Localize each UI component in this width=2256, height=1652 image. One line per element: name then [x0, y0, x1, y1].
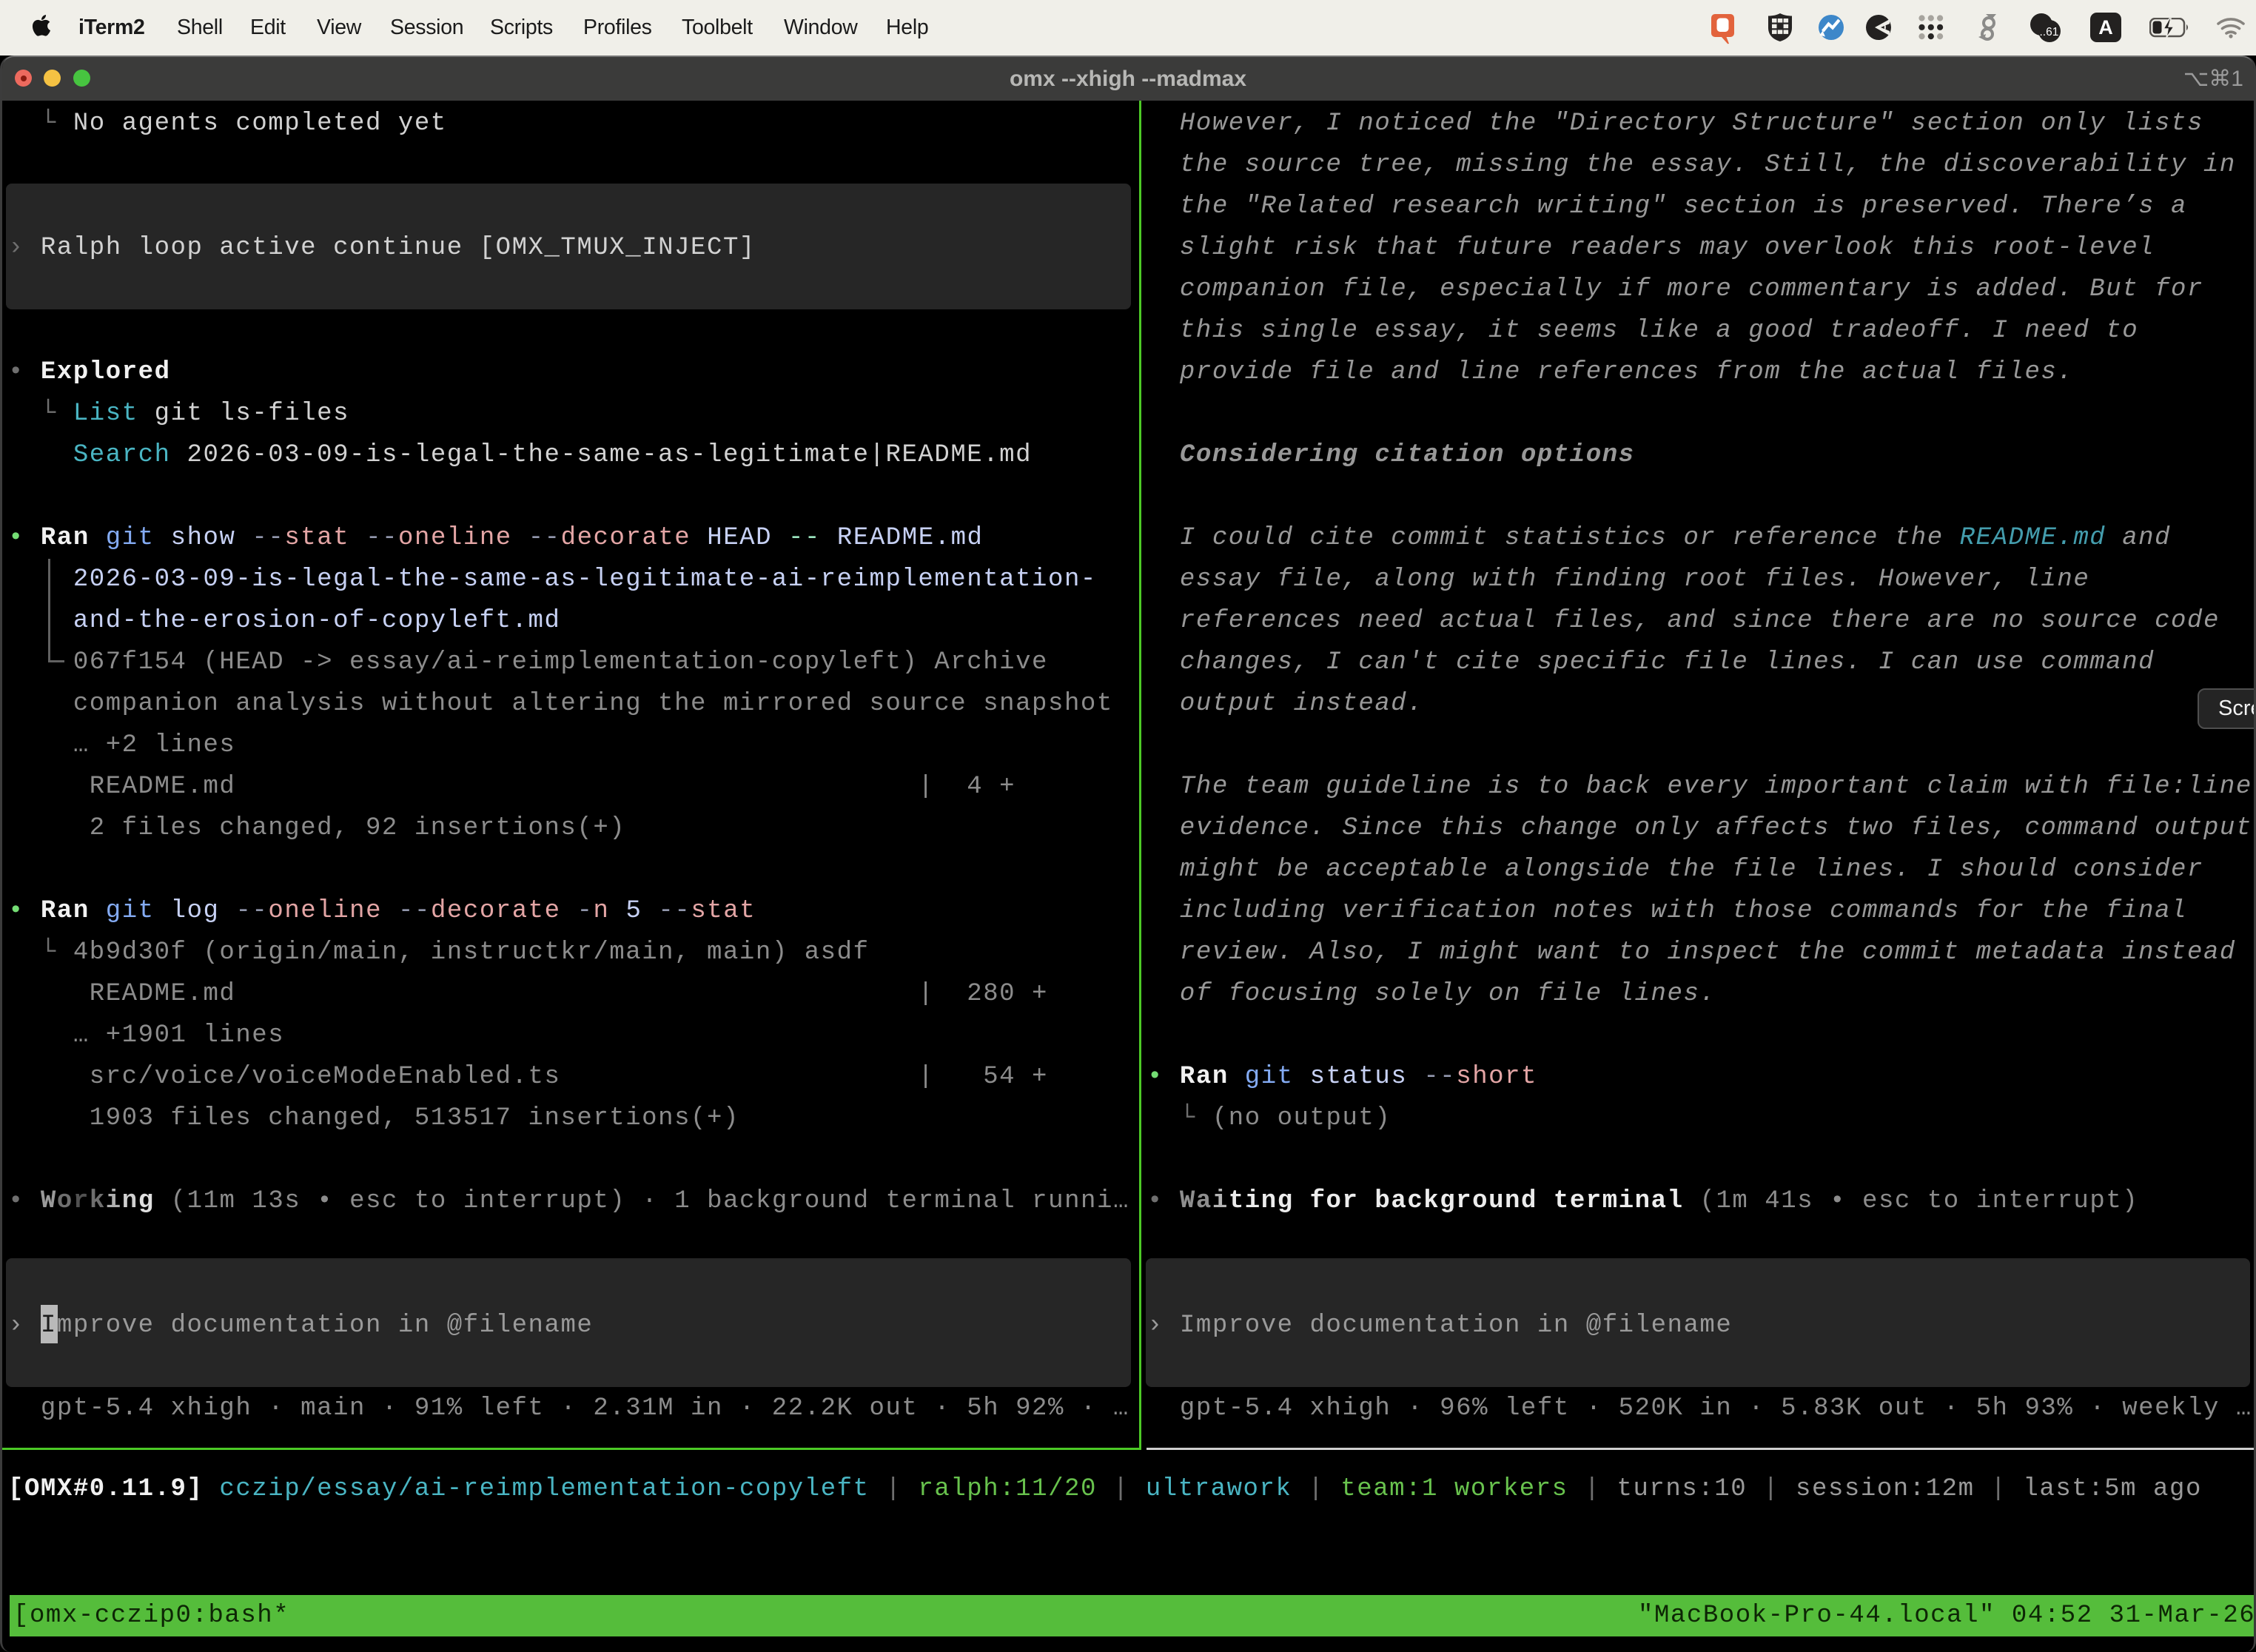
svg-text:..61: ..61: [2040, 26, 2059, 38]
